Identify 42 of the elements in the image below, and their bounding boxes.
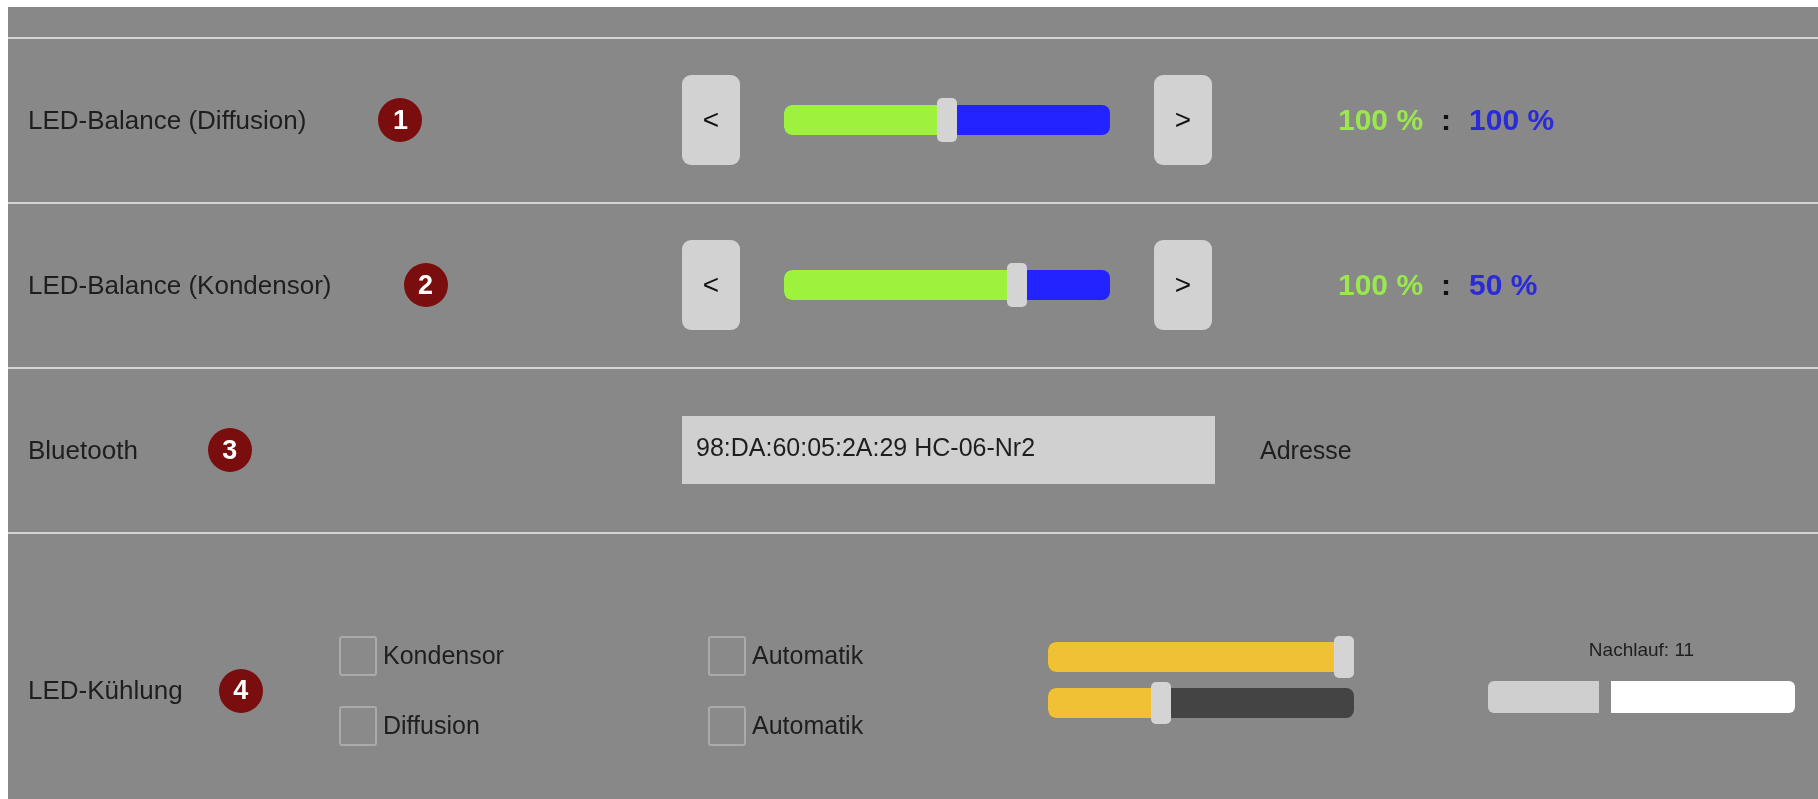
checkbox-square[interactable] <box>708 705 746 746</box>
checkbox[interactable]: Automatik <box>708 635 1048 676</box>
row-label: LED-Balance (Kondensor) <box>28 269 332 301</box>
increase-button[interactable]: > <box>1154 75 1212 166</box>
checkbox-square[interactable] <box>708 635 746 676</box>
runout-label: Nachlauf: 11 <box>1588 638 1695 661</box>
reading-separator: : <box>1441 268 1452 303</box>
slider-thumb[interactable] <box>1150 681 1171 724</box>
reading-text: 100 % <box>1338 103 1424 138</box>
reading-separator: : <box>1441 103 1452 138</box>
reading-text: 100 % <box>1338 268 1424 303</box>
runout-slider[interactable] <box>1488 680 1795 713</box>
checkbox-square[interactable] <box>339 635 377 676</box>
slider[interactable] <box>784 98 1110 143</box>
address-field[interactable]: 98:DA:60:05:2A:29 HC-06-Nr2 <box>682 416 1215 485</box>
row-label: LED-Kühlung <box>28 675 183 707</box>
checkbox[interactable]: Diffusion <box>339 705 708 746</box>
row-label: Bluetooth <box>28 434 138 466</box>
checkbox-label: Kondensor <box>383 641 504 671</box>
decrease-button[interactable]: < <box>682 75 740 166</box>
reading-text: 50 % <box>1469 268 1538 303</box>
number-badge: 3 <box>207 428 252 473</box>
checkbox-square[interactable] <box>339 705 377 746</box>
checkbox-label: Automatik <box>752 641 864 671</box>
checkbox[interactable]: Automatik <box>708 705 1048 746</box>
number-badge: 4 <box>218 668 263 713</box>
slider-thumb[interactable] <box>1334 635 1354 678</box>
reading-text: 100 % <box>1469 103 1555 138</box>
slider[interactable] <box>1048 681 1354 724</box>
checkbox[interactable]: Kondensor <box>339 635 708 676</box>
number-badge: 1 <box>378 98 423 143</box>
decrease-button[interactable]: < <box>682 240 740 331</box>
checkbox-label: Automatik <box>752 711 864 741</box>
field-caption: Adresse <box>1260 435 1352 465</box>
slider-thumb[interactable] <box>937 98 957 143</box>
slider[interactable] <box>1048 635 1354 678</box>
number-badge: 2 <box>403 263 448 308</box>
row-label: LED-Balance (Diffusion) <box>28 104 307 136</box>
checkbox-label: Diffusion <box>383 711 480 741</box>
slider-thumb[interactable] <box>1007 263 1028 308</box>
increase-button[interactable]: > <box>1154 240 1212 331</box>
slider[interactable] <box>784 263 1110 308</box>
